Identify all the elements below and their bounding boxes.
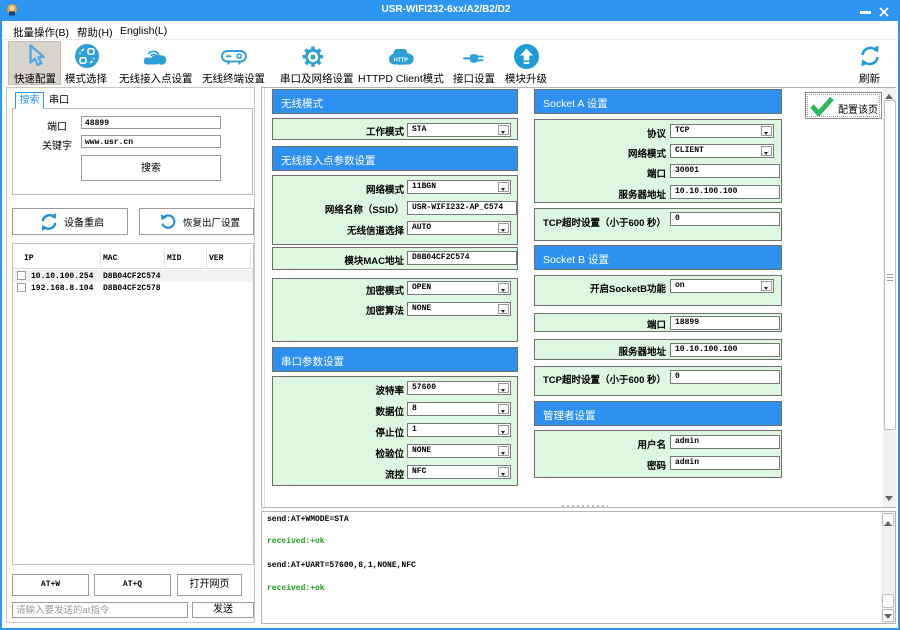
svg-text:HTTP: HTTP [394,57,408,63]
